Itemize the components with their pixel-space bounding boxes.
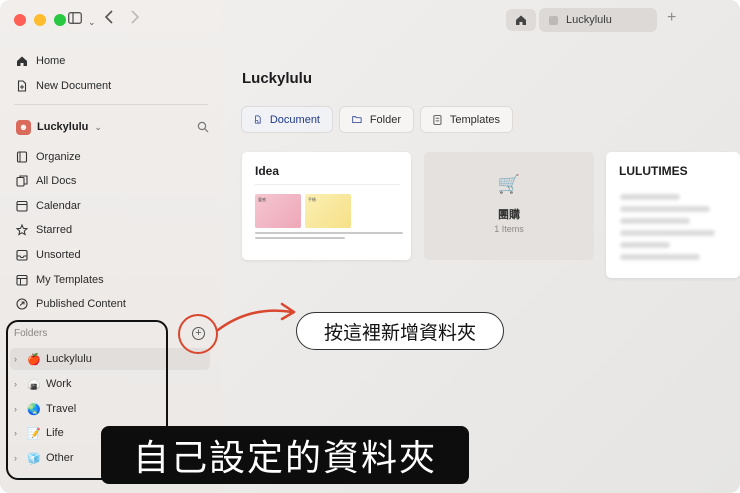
zoom-window-button[interactable] [54,14,66,26]
template-icon [433,114,442,125]
workspace-switcher[interactable]: ☻ Luckylulu ⌄ [16,116,212,138]
thumbnail-label: 靈感 [258,197,266,202]
templates-icon [16,274,28,286]
back-button[interactable] [104,10,114,29]
cart-icon: 🛒 [497,174,521,194]
card-divider [255,184,400,185]
sidebar-item-unsorted[interactable]: Unsorted [16,244,81,266]
sidebar-item-my-templates[interactable]: My Templates [16,269,104,291]
folder-card-group-buy[interactable]: 🛒 團購 1 Items [424,152,594,260]
plus-icon: + [667,9,677,26]
card-title: LULUTIMES [619,164,688,178]
sidebar-item-home[interactable]: Home [16,50,65,72]
window-controls [14,14,66,26]
annotation-callout: 按這裡新增資料夾 [296,312,504,350]
annotation-banner: 自己設定的資料夾 [101,426,469,484]
forward-button[interactable] [130,10,140,29]
house-icon [516,15,526,25]
app-window: ⌄ Home New Document ☻ Luckylulu ⌄ Organi… [0,0,740,493]
docs-icon [16,175,28,187]
blurred-text [620,194,680,200]
avatar: ☻ [16,119,31,135]
sidebar-item-label: My Templates [36,274,104,286]
search-icon [197,121,209,133]
new-document-button[interactable]: Document [241,106,333,133]
document-card-lulutimes[interactable]: LULUTIMES [606,152,740,278]
tab-title: Luckylulu [566,14,612,26]
annotation-arrow [216,302,296,332]
minimize-window-button[interactable] [34,14,46,26]
button-label: Folder [369,113,401,126]
sidebar-icon [68,12,82,24]
new-tab-button[interactable]: + [667,9,676,27]
star-icon [16,224,28,236]
sidebar-item-published-content[interactable]: Published Content [16,293,126,315]
sidebar-item-new-document[interactable]: New Document [16,75,111,97]
button-label: Templates [449,113,500,126]
sidebar-divider [14,104,208,105]
sidebar-item-label: Calendar [36,200,81,212]
sidebar: ⌄ Home New Document ☻ Luckylulu ⌄ Organi… [0,0,222,493]
button-label: Document [269,113,320,126]
sidebar-item-organize[interactable]: Organize [16,146,81,168]
sidebar-item-label: Organize [36,151,81,163]
card-title: 團購 [498,209,520,221]
close-window-button[interactable] [14,14,26,26]
search-button[interactable] [197,120,209,138]
sidebar-item-label: Starred [36,224,73,236]
chevron-down-icon[interactable]: ⌄ [88,13,96,31]
sidebar-item-label: Home [36,55,66,67]
blurred-text [620,230,715,236]
house-icon [16,55,28,67]
chevron-right-icon [131,10,140,24]
sidebar-item-label: Unsorted [36,249,81,261]
document-card-idea[interactable]: Idea 靈感 手帳 [242,152,411,260]
calendar-icon [16,200,28,212]
tray-icon [16,249,28,261]
new-document-icon [16,80,28,92]
blurred-text [620,242,670,248]
home-tab[interactable] [506,9,536,31]
sidebar-item-all-docs[interactable]: All Docs [16,170,76,192]
share-icon [16,298,28,310]
card-preview-text [255,232,405,242]
thumbnail-label: 手帳 [308,197,316,202]
document-tab[interactable]: Luckylulu [539,8,657,32]
sidebar-item-calendar[interactable]: Calendar [16,195,81,217]
blurred-text [620,218,690,224]
sidebar-item-starred[interactable]: Starred [16,219,72,241]
new-folder-button[interactable]: Folder [339,106,414,133]
chevron-down-icon: ⌄ [94,121,102,132]
organize-icon [16,151,28,163]
item-count: 1 Items [494,224,524,234]
sidebar-item-label: All Docs [36,175,77,187]
document-icon [254,115,261,124]
chevron-left-icon [104,10,113,24]
sidebar-toggle-button[interactable] [68,11,82,29]
close-tab-icon[interactable] [549,15,558,25]
blurred-text [620,254,700,260]
workspace-name: Luckylulu [37,121,89,133]
card-title: Idea [255,164,280,178]
page-title: Luckylulu [242,70,313,87]
add-folder-button[interactable]: + [192,327,205,340]
templates-button[interactable]: Templates [420,106,513,133]
sidebar-item-label: New Document [36,80,112,92]
sidebar-item-label: Published Content [36,298,126,310]
blurred-text [620,206,710,212]
folder-icon [352,116,362,124]
